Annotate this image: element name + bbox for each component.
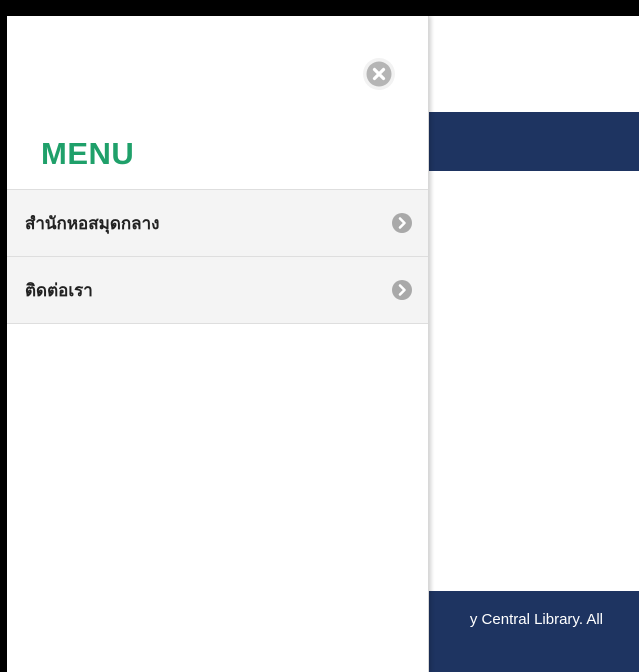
- close-menu-button[interactable]: [363, 58, 395, 90]
- menu-title: MENU: [41, 136, 135, 171]
- menu-item-label: สำนักหอสมุดกลาง: [25, 213, 160, 234]
- menu-item-label: ติดต่อเรา: [25, 280, 93, 301]
- close-circle-icon: [366, 61, 392, 87]
- footer-copyright-text: y Central Library. All: [469, 611, 603, 628]
- menu-item-contact-us[interactable]: ติดต่อเรา: [7, 257, 428, 324]
- page-navbar: [428, 112, 639, 171]
- page-footer: y Central Library. All: [428, 591, 639, 672]
- menu-item-central-library[interactable]: สำนักหอสมุดกลาง: [7, 190, 428, 257]
- chevron-right-circle-icon: [392, 280, 412, 300]
- app-window: y Central Library. All MENU สำนักหอสมุดก…: [7, 16, 639, 672]
- chevron-right-circle-icon: [392, 213, 412, 233]
- menu-list: สำนักหอสมุดกลาง ติดต่อเรา: [7, 189, 428, 324]
- side-menu-drawer: MENU สำนักหอสมุดกลาง ติดต่อเรา: [7, 16, 429, 672]
